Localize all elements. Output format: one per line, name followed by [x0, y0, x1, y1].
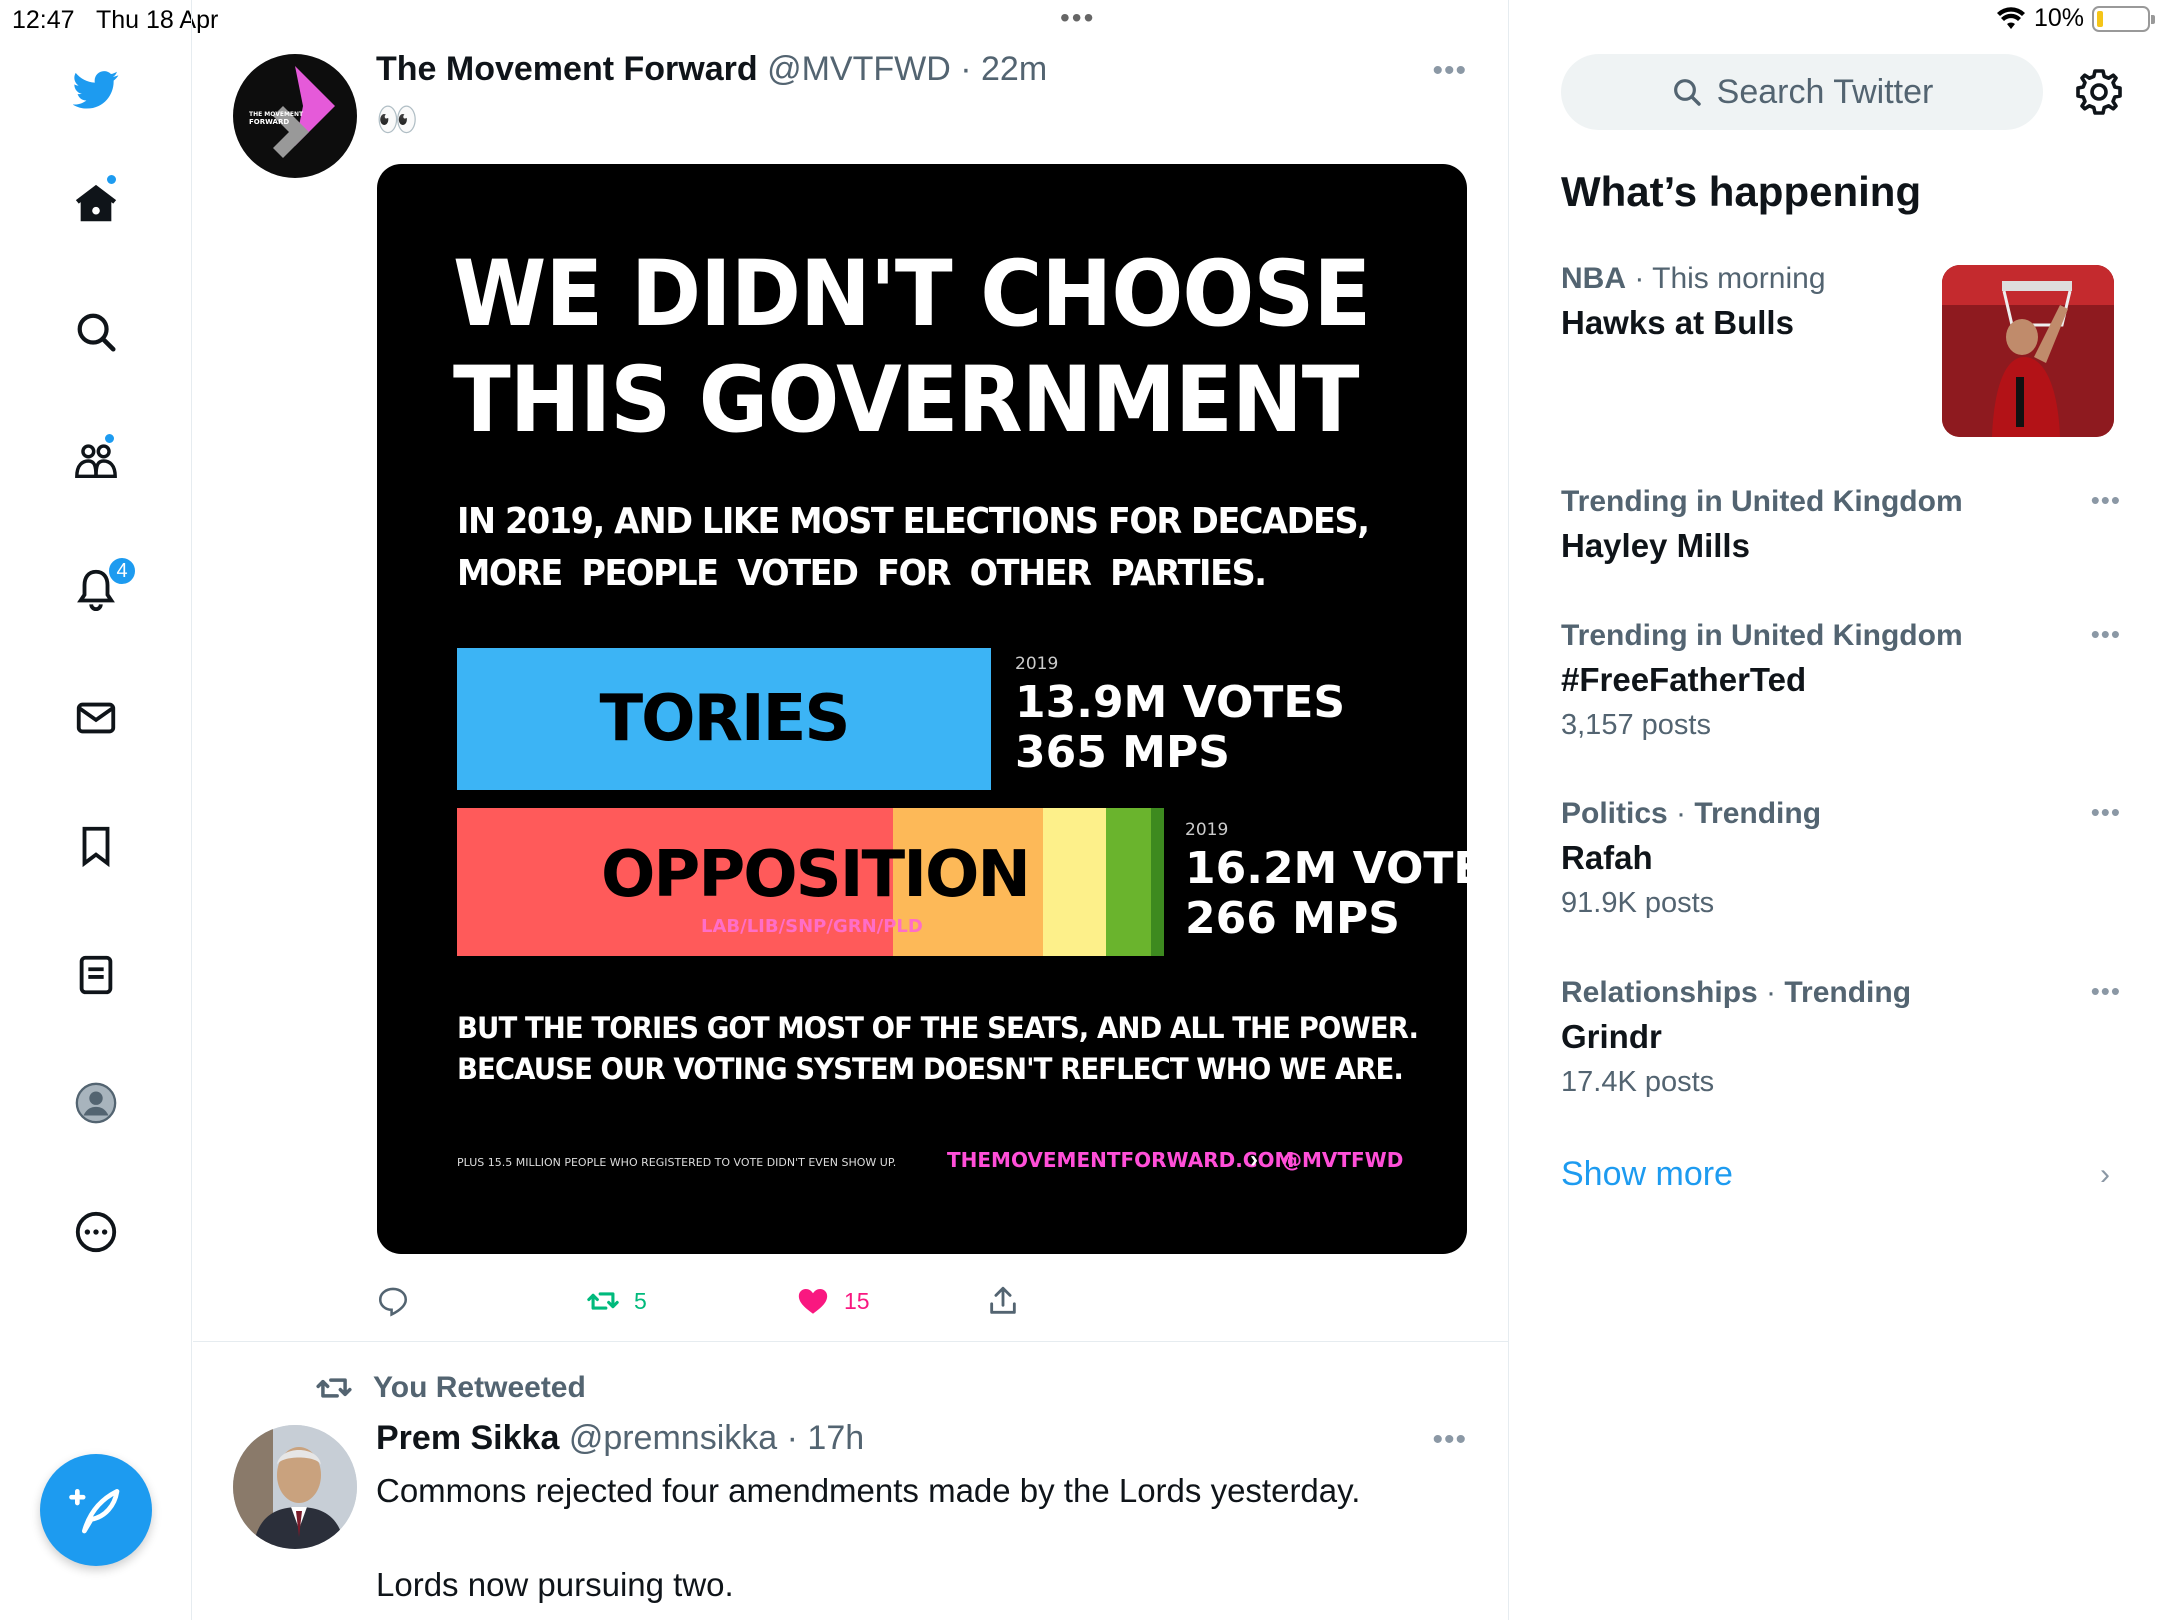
trend-title: Hayley Mills — [1561, 527, 1750, 564]
explore-icon[interactable] — [63, 299, 129, 365]
trend-count: 3,157 posts — [1561, 709, 1711, 741]
trend-more-icon[interactable]: ••• — [2091, 485, 2121, 516]
whats-happening-title: What’s happening — [1561, 168, 1922, 215]
opposition-year: 2019 — [1185, 820, 1229, 840]
tories-stats: 13.9M VOTES 365 MPS — [1015, 677, 1346, 778]
search-input[interactable]: Search Twitter — [1561, 54, 2043, 130]
twitter-bird-icon[interactable] — [63, 56, 129, 122]
more-icon[interactable] — [63, 1199, 129, 1265]
reply-button[interactable] — [376, 1284, 410, 1318]
retweet-count: 5 — [634, 1287, 647, 1314]
tweet-header: The Movement Forward @MVTFWD · 22m — [376, 50, 1048, 88]
notifications-icon[interactable]: 4 — [63, 556, 137, 622]
tweet[interactable]: You Retweeted Prem Sikka @premnsikka · 1… — [193, 1343, 1509, 1620]
opposition-stats: 16.2M VOTES 266 MPS — [1185, 843, 1467, 944]
display-name[interactable]: Prem Sikka — [376, 1419, 559, 1457]
svg-text:FORWARD: FORWARD — [249, 118, 289, 126]
share-button[interactable] — [986, 1284, 1020, 1318]
tweet[interactable]: THE MOVEMENT FORWARD The Movement Forwar… — [193, 40, 1509, 1342]
trend-more-icon[interactable]: ••• — [2091, 797, 2121, 828]
retweeted-indicator: You Retweeted — [315, 1369, 586, 1407]
communities-new-dot — [103, 432, 116, 445]
right-sidebar: Search Twitter What’s happening NBA · Th… — [1510, 0, 2160, 1620]
profile-icon[interactable] — [63, 1070, 129, 1136]
trend-count: 17.4K posts — [1561, 1066, 1715, 1098]
like-count: 15 — [844, 1287, 870, 1314]
lists-icon[interactable] — [63, 942, 129, 1008]
left-navigation: 4 — [0, 0, 192, 1620]
retweet-icon — [316, 1378, 352, 1398]
trend-thumbnail[interactable] — [1942, 265, 2114, 437]
chevron-right-icon: › — [1250, 1146, 1258, 1173]
settings-gear-icon[interactable] — [2075, 68, 2123, 116]
avatar[interactable] — [233, 1425, 357, 1549]
trend-item[interactable]: Trending in United Kingdom Hayley Mills … — [1561, 485, 2121, 565]
trend-title: Rafah — [1561, 839, 1653, 876]
timeline: THE MOVEMENT FORWARD The Movement Forwar… — [193, 0, 1509, 1620]
user-handle[interactable]: @MVTFWD — [767, 50, 951, 88]
tweet-header: Prem Sikka @premnsikka · 17h — [376, 1419, 865, 1457]
retweeted-label[interactable]: You Retweeted — [373, 1371, 586, 1405]
messages-icon[interactable] — [63, 685, 129, 751]
compose-feather-icon — [69, 1489, 120, 1534]
tweet-time[interactable]: 22m — [981, 50, 1047, 88]
chevron-right-icon: › — [2100, 1158, 2110, 1191]
tweet-time[interactable]: 17h — [807, 1419, 864, 1457]
user-handle[interactable]: @premnsikka — [569, 1419, 777, 1457]
trend-more-icon[interactable]: ••• — [2091, 619, 2121, 650]
tweet-text: 👀 — [376, 101, 419, 139]
tories-bar: TORIES — [457, 648, 991, 790]
opposition-label: OPPOSITION LAB/LIB/SNP/GRN/PLD — [601, 838, 1031, 937]
display-name[interactable]: The Movement Forward — [376, 50, 758, 88]
notifications-badge: 4 — [107, 556, 137, 586]
home-new-dot — [105, 173, 118, 186]
trend-more-icon[interactable]: ••• — [2091, 976, 2121, 1007]
tweet-more-icon[interactable]: ••• — [1432, 54, 1467, 88]
trend-item[interactable]: Trending in United Kingdom #FreeFatherTe… — [1561, 619, 2121, 742]
heart-icon — [798, 1288, 828, 1314]
image-handle: @MVTFWD — [1282, 1148, 1404, 1172]
bookmarks-icon[interactable] — [63, 813, 129, 879]
search-icon — [1673, 79, 1701, 106]
trend-title: Grindr — [1561, 1018, 1662, 1055]
tweet-text: Commons rejected four amendments made by… — [376, 1472, 1361, 1603]
tories-year: 2019 — [1015, 654, 1059, 674]
trend-item[interactable]: Politics · Trending Rafah 91.9K posts ••… — [1561, 797, 2121, 920]
reply-icon — [378, 1287, 408, 1317]
compose-tweet-button[interactable] — [40, 1454, 152, 1566]
image-subtitle: IN 2019, AND LIKE MOST ELECTIONS FOR DEC… — [457, 501, 1370, 594]
search-placeholder: Search Twitter — [1716, 72, 1934, 111]
image-footnote: PLUS 15.5 MILLION PEOPLE WHO REGISTERED … — [457, 1156, 897, 1169]
communities-icon[interactable] — [63, 428, 129, 494]
tweet-image[interactable]: WE DIDN'T CHOOSE THIS GOVERNMENT IN 2019… — [377, 164, 1467, 1254]
trend-count: 91.9K posts — [1561, 887, 1715, 919]
retweet-icon — [587, 1292, 619, 1310]
image-bottom-text: BUT THE TORIES GOT MOST OF THE SEATS, AN… — [457, 1011, 1419, 1086]
tweet-actions: 5 15 — [376, 1284, 1076, 1324]
show-more-link[interactable]: Show more — [1561, 1155, 1733, 1194]
share-icon — [990, 1286, 1016, 1314]
retweet-button[interactable]: 5 — [586, 1284, 647, 1318]
like-button[interactable]: 15 — [796, 1284, 870, 1318]
avatar[interactable]: THE MOVEMENT FORWARD — [233, 54, 357, 178]
trend-item[interactable]: Relationships · Trending Grindr 17.4K po… — [1561, 976, 2121, 1099]
svg-text:THE MOVEMENT: THE MOVEMENT — [249, 111, 304, 118]
trend-title: #FreeFatherTed — [1561, 661, 1807, 698]
home-icon[interactable] — [63, 171, 129, 237]
tweet-more-icon[interactable]: ••• — [1432, 1423, 1467, 1457]
image-website: THEMOVEMENTFORWARD.COM — [947, 1148, 1295, 1172]
image-headline: WE DIDN'T CHOOSE THIS GOVERNMENT — [453, 242, 1371, 453]
